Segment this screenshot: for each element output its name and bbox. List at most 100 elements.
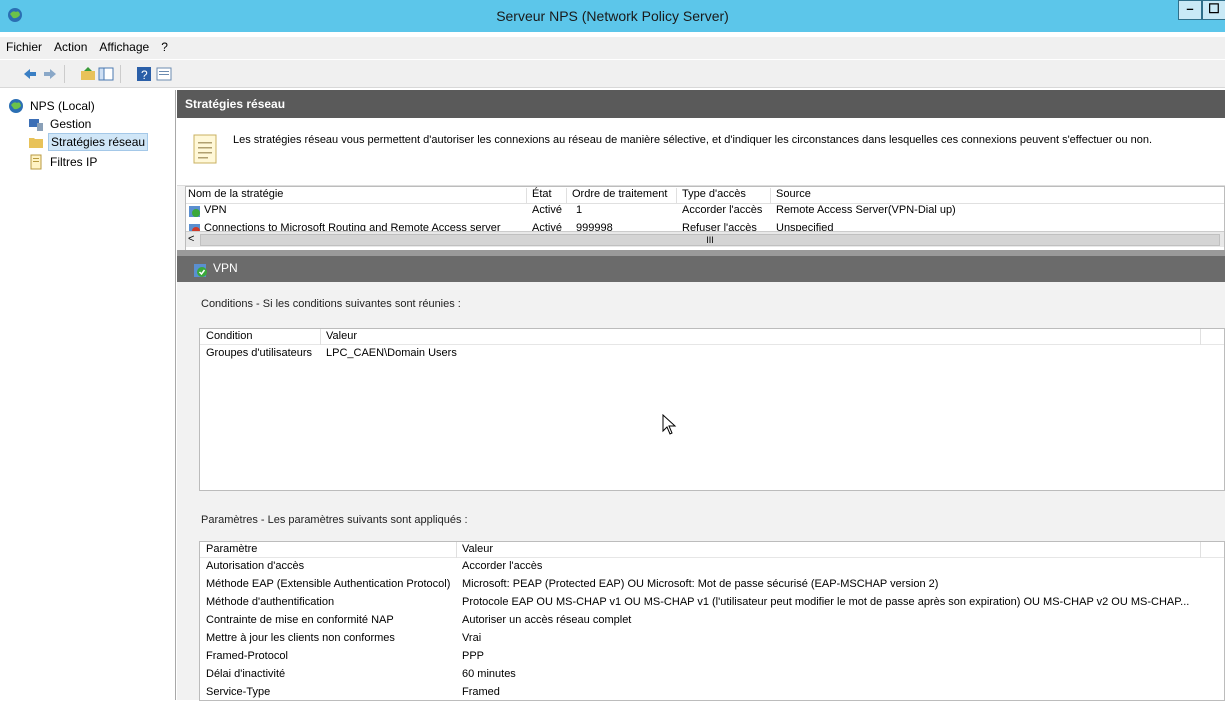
tree-node-label: Stratégies réseau (48, 133, 149, 151)
policy-source: Unspecified (776, 222, 834, 231)
menu-action[interactable]: Action (48, 37, 93, 54)
policy-list-header: Nom de la stratégie État Ordre de traite… (186, 188, 1224, 204)
condition-name: Groupes d'utilisateurs (206, 347, 313, 359)
minimize-button[interactable]: – (1178, 0, 1202, 20)
folder-icon (29, 138, 43, 148)
params-title: Paramètres - Les paramètres suivants son… (201, 514, 468, 526)
table-row[interactable]: Méthode EAP (Extensible Authentication P… (200, 578, 1224, 592)
table-row[interactable]: Mettre à jour les clients non conformes V… (200, 632, 1224, 646)
table-row[interactable]: Framed-Protocol PPP (200, 650, 1224, 664)
tree-node-filtres-ip[interactable]: Filtres IP (28, 153, 168, 171)
show-hide-tree-icon[interactable] (98, 66, 114, 82)
table-row[interactable]: Connections to Microsoft Routing and Rem… (186, 218, 1224, 231)
column-header-parametre[interactable]: Paramètre (206, 543, 257, 555)
policy-list: Nom de la stratégie État Ordre de traite… (185, 186, 1225, 256)
param-value: Autoriser un accès réseau complet (462, 614, 632, 626)
column-header-value[interactable]: Valeur (326, 330, 357, 342)
back-arrow-icon[interactable] (22, 66, 38, 82)
param-value: Protocole EAP OU MS-CHAP v1 OU MS-CHAP v… (462, 596, 1190, 608)
policy-enabled-icon (189, 206, 200, 217)
param-value: Vrai (462, 632, 482, 644)
policy-state: Activé (532, 204, 562, 216)
policy-access: Accorder l'accès (682, 204, 763, 216)
table-row[interactable]: VPN Activé 1 Accorder l'accès Remote Acc… (186, 204, 1224, 218)
policy-access: Refuser l'accès (682, 222, 757, 231)
forward-arrow-icon[interactable] (42, 66, 58, 82)
policy-deny-icon (189, 224, 200, 231)
param-name: Délai d'inactivité (206, 668, 286, 680)
table-row[interactable]: Délai d'inactivité 60 minutes (200, 668, 1224, 682)
conditions-header: Condition Valeur (200, 329, 1224, 345)
params-header: Paramètre Valeur (200, 542, 1224, 558)
policy-order: 1 (576, 204, 583, 216)
scroll-left-button[interactable]: < (188, 233, 194, 245)
param-name: Framed-Protocol (206, 650, 288, 662)
svg-text:?: ? (141, 68, 148, 82)
param-name: Mettre à jour les clients non conformes (206, 632, 395, 644)
table-row[interactable]: Service-Type Framed (200, 686, 1224, 700)
mouse-cursor-icon (662, 414, 677, 435)
policy-enabled-icon (194, 264, 207, 277)
condition-value: LPC_CAEN\Domain Users (326, 347, 457, 359)
table-row[interactable]: Groupes d'utilisateurs LPC_CAEN\Domain U… (200, 347, 1224, 361)
column-header-source[interactable]: Source (776, 188, 811, 200)
policy-name: Connections to Microsoft Routing and Rem… (204, 222, 501, 231)
policy-name: VPN (204, 204, 227, 216)
horizontal-scrollbar[interactable]: < III (186, 231, 1224, 247)
scroll-thumb[interactable]: III (200, 234, 1220, 246)
param-value: Accorder l'accès (462, 560, 543, 572)
maximize-button[interactable]: ☐ (1202, 0, 1225, 20)
table-row[interactable]: Autorisation d'accès Accorder l'accès (200, 560, 1224, 574)
tree-node-strategies-reseau[interactable]: Stratégies réseau (28, 133, 168, 151)
menu-fichier[interactable]: Fichier (0, 37, 48, 54)
window-title: Serveur NPS (Network Policy Server) (496, 8, 729, 24)
up-folder-icon[interactable] (80, 66, 96, 82)
notepad-icon (193, 134, 217, 164)
param-name: Contrainte de mise en conformité NAP (206, 614, 394, 626)
page-title: Stratégies réseau (177, 90, 1225, 118)
policy-source: Remote Access Server(VPN-Dial up) (776, 204, 956, 216)
menu-bar: Fichier Action Affichage? (0, 37, 1225, 59)
document-icon (30, 154, 42, 170)
param-value: Framed (462, 686, 500, 698)
title-bar: Serveur NPS (Network Policy Server) – ☐ (0, 0, 1225, 32)
help-icon[interactable]: ? (136, 66, 152, 82)
param-name: Service-Type (206, 686, 271, 698)
detail-header: VPN (177, 256, 1225, 282)
column-header-order[interactable]: Ordre de traitement (572, 188, 667, 200)
column-header-valeur[interactable]: Valeur (462, 543, 493, 555)
tree-node-nps-local[interactable]: NPS (Local) (8, 97, 168, 115)
tree-node-label: Gestion (50, 117, 92, 131)
tree-node-gestion[interactable]: Gestion (28, 115, 168, 133)
column-header-condition[interactable]: Condition (206, 330, 252, 342)
tree-node-label: NPS (Local) (30, 99, 95, 113)
param-name: Méthode EAP (Extensible Authentication P… (206, 578, 451, 590)
conditions-title: Conditions - Si les conditions suivantes… (201, 298, 461, 310)
properties-icon[interactable] (156, 66, 172, 82)
param-name: Autorisation d'accès (206, 560, 305, 572)
table-row[interactable]: Méthode d'authentification Protocole EAP … (200, 596, 1224, 610)
conditions-list: Condition Valeur Groupes d'utilisateurs … (199, 328, 1225, 491)
console-tree: NPS (Local) Gestion Stratégies réseau Fi… (0, 90, 176, 700)
param-name: Méthode d'authentification (206, 596, 335, 608)
param-value: Microsoft: PEAP (Protected EAP) OU Micro… (462, 578, 939, 590)
nps-globe-icon (9, 99, 23, 113)
column-header-name[interactable]: Nom de la stratégie (188, 188, 283, 200)
policy-state: Activé (532, 222, 562, 231)
params-list: Paramètre Valeur Autorisation d'accès Acc… (199, 541, 1225, 701)
detail-title: VPN (213, 261, 238, 275)
column-header-access[interactable]: Type d'accès (682, 188, 746, 200)
table-row[interactable]: Contrainte de mise en conformité NAP Auto… (200, 614, 1224, 628)
param-value: 60 minutes (462, 668, 516, 680)
info-banner: Les stratégies réseau vous permettent d'… (177, 118, 1225, 186)
param-value: PPP (462, 650, 485, 662)
main-pane: Stratégies réseau Les stratégies réseau … (177, 90, 1225, 701)
toolbar: ? (0, 60, 1225, 88)
tree-node-label: Filtres IP (50, 155, 98, 169)
info-text: Les stratégies réseau vous permettent d'… (233, 134, 1153, 146)
menu-help[interactable]: ? (155, 37, 174, 54)
column-header-state[interactable]: État (532, 188, 552, 200)
policy-order: 999998 (576, 222, 613, 231)
menu-affichage[interactable]: Affichage (93, 37, 155, 54)
computer-icon (29, 119, 43, 131)
